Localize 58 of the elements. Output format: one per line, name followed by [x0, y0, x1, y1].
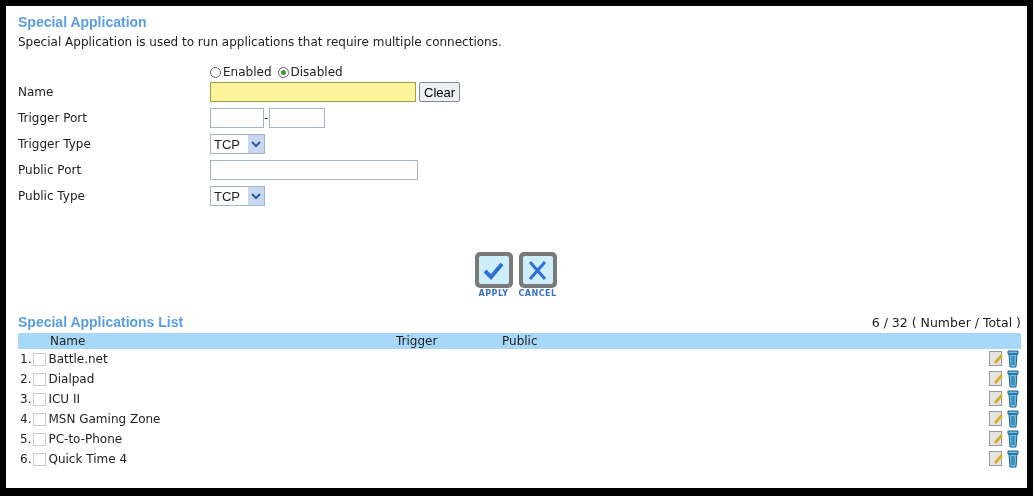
type-dropdown[interactable]: TCP: [210, 134, 265, 154]
list-title: Special Applications List: [18, 314, 184, 330]
field-label: Public Port: [18, 163, 83, 177]
table-cell-text: MSN Gaming Zone: [48, 412, 162, 426]
row-checkbox[interactable]: [33, 392, 47, 406]
row-index: 5.: [20, 432, 32, 446]
caret-icon: [248, 135, 264, 153]
row-index: 6.: [20, 452, 32, 466]
radio-indicator[interactable]: [277, 66, 289, 78]
apply-button[interactable]: APPLY: [473, 251, 514, 298]
trash-icon[interactable]: [1007, 410, 1019, 428]
field-label: Name: [18, 85, 55, 99]
trash-icon[interactable]: [1007, 390, 1019, 408]
trash-icon[interactable]: [1007, 430, 1019, 448]
caret-icon: [248, 187, 264, 205]
edit-icon[interactable]: [989, 390, 1003, 406]
field-label: Trigger Port: [18, 111, 88, 125]
table-cell-text: PC-to-Phone: [48, 432, 124, 446]
count-text: 6 / 32 ( Number / Total ): [871, 315, 1021, 330]
radio-indicator[interactable]: [210, 66, 221, 78]
status-radio[interactable]: Enabled: [210, 65, 272, 79]
edit-icon[interactable]: [989, 410, 1003, 426]
edit-icon[interactable]: [989, 370, 1003, 386]
x-icon: [517, 251, 558, 289]
clear-button[interactable]: Clear: [419, 82, 461, 102]
table-cell-text: Dialpad: [48, 372, 96, 386]
trash-icon[interactable]: [1007, 450, 1019, 468]
input-field[interactable]: [210, 160, 418, 180]
edit-icon[interactable]: [989, 430, 1003, 446]
row-index: 1.: [20, 352, 32, 366]
port-start-field[interactable]: [210, 108, 264, 128]
field-label: Public Type: [18, 189, 86, 203]
table-cell-text: Quick Time 4: [48, 452, 128, 466]
field-label: Trigger Type: [18, 137, 92, 151]
description-text: Special Application is used to run applications that require multiple connections.: [18, 35, 503, 49]
row-checkbox[interactable]: [33, 412, 47, 426]
status-radio[interactable]: Disabled: [277, 65, 343, 79]
row-checkbox[interactable]: [33, 432, 47, 446]
table-header: Name Trigger Public: [18, 333, 1021, 349]
page-title: Special Application: [18, 14, 148, 30]
trash-icon[interactable]: [1007, 370, 1019, 388]
name-input-field[interactable]: [210, 82, 416, 102]
edit-icon[interactable]: [989, 350, 1003, 366]
cancel-button[interactable]: CANCEL: [517, 251, 558, 298]
row-index: 2.: [20, 372, 32, 386]
row-index: 4.: [20, 412, 32, 426]
type-dropdown[interactable]: TCP: [210, 186, 265, 206]
checkmark-icon: [473, 251, 514, 289]
row-checkbox[interactable]: [33, 352, 47, 366]
edit-icon[interactable]: [989, 450, 1003, 466]
range-separator: -: [264, 111, 269, 125]
port-end-field[interactable]: [269, 108, 326, 128]
table-cell-text: ICU II: [48, 392, 82, 406]
trash-icon[interactable]: [1007, 350, 1019, 368]
table-cell-text: Battle.net: [48, 352, 109, 366]
row-index: 3.: [20, 392, 32, 406]
row-checkbox[interactable]: [33, 372, 47, 386]
row-checkbox[interactable]: [33, 452, 47, 466]
